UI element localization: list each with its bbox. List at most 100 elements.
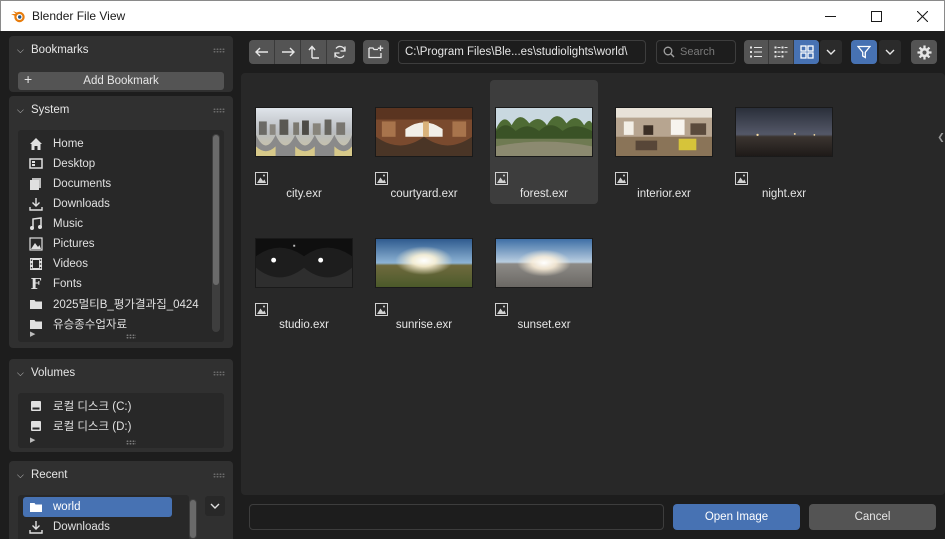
search-input[interactable] [680, 46, 732, 58]
file-browser-main: C:\Program Files\Ble...es\studiolights\w… [238, 31, 945, 539]
file-name: forest.exr [520, 188, 568, 200]
hdri-thumbnail-forest [495, 107, 593, 157]
new-directory-button[interactable] [363, 40, 389, 64]
system-item-label: Pictures [53, 238, 95, 250]
music-icon [28, 216, 44, 232]
horizontal-list-button[interactable] [769, 40, 794, 64]
system-item-music[interactable]: Music [28, 214, 83, 234]
forward-button[interactable] [275, 40, 301, 64]
system-item-downloads[interactable]: Downloads [28, 194, 110, 214]
settings-button[interactable] [911, 40, 937, 64]
file-item-city[interactable]: city.exr [250, 80, 358, 204]
volumes-header[interactable]: ⌵ Volumes [9, 359, 233, 387]
bookmarks-panel: ⌵ Bookmarks + Add Bookmark [9, 36, 233, 92]
recent-item-downloads[interactable]: Downloads [28, 517, 110, 537]
vertical-list-button[interactable] [744, 40, 769, 64]
hdri-thumbnail-courtyard [375, 107, 473, 157]
volumes-list: 로컬 디스크 (C:) 로컬 디스크 (D:) ▶ [18, 393, 224, 448]
volumes-title: Volumes [31, 367, 76, 379]
system-item-videos[interactable]: Videos [28, 254, 88, 274]
file-grid: ❮ city.exr courtyard.exr forest.exr inte… [241, 73, 945, 495]
system-panel: ⌵ System Home Desktop Documents Download… [9, 96, 233, 348]
refresh-icon [334, 45, 346, 59]
expand-triangle-icon[interactable]: ▶ [30, 330, 35, 338]
side-panel-toggle-icon[interactable]: ❮ [937, 123, 945, 153]
blender-logo-icon [11, 11, 25, 23]
close-button[interactable] [899, 1, 945, 31]
directory-path-field[interactable]: C:\Program Files\Ble...es\studiolights\w… [398, 40, 646, 64]
back-button[interactable] [249, 40, 275, 64]
minimize-button[interactable] [807, 1, 853, 31]
display-settings-dropdown[interactable] [820, 40, 842, 64]
add-bookmark-label: Add Bookmark [83, 75, 159, 87]
system-title: System [31, 104, 70, 116]
recent-header[interactable]: ⌵ Recent [9, 461, 233, 489]
recent-scrollbar[interactable] [189, 499, 197, 539]
system-item-label: Home [53, 138, 84, 150]
search-field[interactable] [656, 40, 736, 64]
thumbnails-button[interactable] [794, 40, 819, 64]
chevron-down-icon [826, 49, 836, 55]
settings-group [911, 40, 937, 64]
filter-toggle-button[interactable] [851, 40, 877, 64]
grid-icon [799, 45, 814, 59]
system-item-label: Music [53, 218, 84, 230]
recent-menu-button[interactable] [205, 496, 225, 516]
system-item-label: Videos [53, 258, 88, 270]
system-header[interactable]: ⌵ System [9, 96, 233, 124]
desktop-icon [28, 156, 44, 172]
drag-grip-icon[interactable] [213, 371, 225, 376]
volume-item-d[interactable]: 로컬 디스크 (D:) [28, 416, 131, 436]
cancel-button[interactable]: Cancel [809, 504, 936, 530]
file-name: interior.exr [637, 188, 691, 200]
font-icon: F [30, 275, 42, 293]
search-icon [663, 46, 675, 58]
system-item-fonts[interactable]: F Fonts [28, 274, 82, 294]
resize-grip-icon[interactable] [126, 334, 136, 339]
refresh-button[interactable] [327, 40, 353, 64]
maximize-button[interactable] [853, 1, 899, 31]
system-item-label: Documents [53, 178, 112, 190]
download-icon [28, 519, 44, 535]
download-icon [28, 196, 44, 212]
system-item-folder-class[interactable]: 유승종수업자료 [28, 314, 127, 334]
volume-item-c[interactable]: 로컬 디스크 (C:) [28, 396, 131, 416]
system-item-documents[interactable]: Documents [28, 174, 111, 194]
parent-directory-button[interactable] [301, 40, 327, 64]
system-item-home[interactable]: Home [28, 134, 84, 154]
system-scrollbar[interactable] [212, 134, 220, 332]
recent-scrollbar-thumb[interactable] [190, 500, 196, 538]
recent-item-world[interactable]: world [23, 497, 172, 517]
hdri-thumbnail-studio [255, 238, 353, 288]
chevron-down-icon: ⌵ [17, 469, 24, 480]
drag-grip-icon[interactable] [213, 48, 225, 53]
file-item-interior[interactable]: interior.exr [610, 80, 718, 204]
system-item-desktop[interactable]: Desktop [28, 154, 95, 174]
system-item-folder-eval[interactable]: 2025멀티B_평가결과집_0424 [28, 294, 199, 314]
filter-settings-dropdown[interactable] [879, 40, 901, 64]
file-item-studio[interactable]: studio.exr [250, 211, 358, 335]
file-item-courtyard[interactable]: courtyard.exr [370, 80, 478, 204]
recent-title: Recent [31, 469, 68, 481]
system-scrollbar-thumb[interactable] [213, 135, 219, 285]
system-item-label: Fonts [53, 278, 82, 290]
resize-grip-icon[interactable] [126, 440, 136, 445]
image-file-icon [495, 303, 508, 316]
filename-input[interactable] [249, 504, 664, 530]
open-image-button[interactable]: Open Image [673, 504, 800, 530]
image-file-icon [615, 172, 628, 185]
drag-grip-icon[interactable] [213, 473, 225, 478]
chevron-down-icon: ⌵ [17, 44, 24, 55]
system-item-pictures[interactable]: Pictures [28, 234, 95, 254]
file-item-sunrise[interactable]: sunrise.exr [370, 211, 478, 335]
drag-grip-icon[interactable] [213, 108, 225, 113]
filter-group [851, 40, 877, 64]
add-bookmark-button[interactable]: + Add Bookmark [18, 71, 224, 90]
bookmarks-header[interactable]: ⌵ Bookmarks [9, 36, 233, 64]
expand-triangle-icon[interactable]: ▶ [30, 436, 35, 444]
window-title: Blender File View [32, 9, 126, 23]
file-item-forest[interactable]: forest.exr [490, 80, 598, 204]
file-item-sunset[interactable]: sunset.exr [490, 211, 598, 335]
system-item-label: Desktop [53, 158, 96, 170]
file-item-night[interactable]: night.exr [730, 80, 838, 204]
